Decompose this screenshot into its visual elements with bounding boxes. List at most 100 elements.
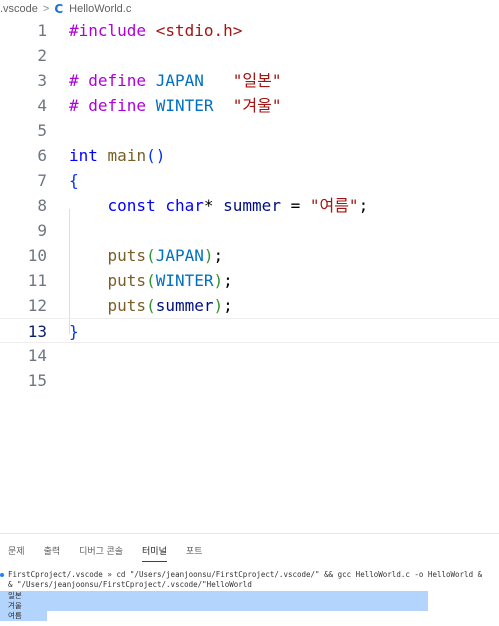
panel-tabs: 문제 출력 디버그 콘솔 터미널 포트 — [8, 544, 221, 562]
code-token: ) — [213, 296, 224, 315]
breadcrumb-file[interactable]: HelloWorld.c — [69, 3, 131, 15]
code-line[interactable]: 14 — [0, 343, 499, 368]
code-token: ( — [146, 246, 156, 265]
code-token: = — [280, 196, 310, 215]
panel-tab[interactable]: 포트 — [186, 544, 203, 562]
code-line[interactable]: 13} — [0, 318, 499, 343]
terminal-output-line: 일본 — [8, 591, 22, 600]
code-editor[interactable]: 1 #include <stdio.h> 2 3 # define JAPAN "일본"… — [0, 18, 499, 533]
code-token: puts — [107, 271, 147, 290]
code-token: summer — [155, 296, 214, 315]
code-token: # define — [69, 96, 156, 115]
code-token: ; — [213, 246, 224, 265]
terminal-command-line: & "/Users/jeanjoonsu/FirstCproject/.vsco… — [8, 580, 252, 589]
code-token: summer — [213, 196, 281, 215]
code-token: const — [107, 196, 156, 215]
line-number: 5 — [37, 121, 47, 140]
code-token: main — [107, 146, 147, 165]
code-line[interactable]: 7{ — [0, 168, 499, 193]
line-number: 14 — [27, 346, 47, 365]
code-line[interactable]: 15 — [0, 368, 499, 393]
code-token: JAPAN — [155, 246, 204, 265]
line-number: 1 — [37, 21, 47, 40]
line-number: 15 — [27, 371, 47, 390]
line-number: 13 — [27, 322, 47, 341]
code-line[interactable]: 1 #include <stdio.h> — [0, 18, 499, 43]
line-number: 11 — [27, 271, 47, 290]
code-text: #include <stdio.h> — [69, 18, 242, 43]
breadcrumb-folder[interactable]: .vscode — [0, 3, 38, 15]
code-token: * — [203, 196, 214, 215]
line-number: 7 — [37, 171, 47, 190]
line-number: 4 — [37, 96, 47, 115]
code-token: WINTER — [155, 271, 214, 290]
code-token: char — [165, 196, 204, 215]
code-token: puts — [107, 246, 147, 265]
code-line[interactable]: 9 — [0, 218, 499, 243]
bottom-panel: 문제 출력 디버그 콘솔 터미널 포트 FirstCproject/.vscode » … — [0, 533, 499, 626]
code-token: { — [69, 171, 79, 190]
code-text: # define JAPAN "일본" — [69, 68, 282, 93]
c-file-icon: C — [54, 2, 64, 16]
panel-tab[interactable]: 문제 — [8, 544, 25, 562]
code-token: () — [146, 146, 166, 165]
code-token: #include — [69, 21, 147, 40]
code-line[interactable]: 5 — [0, 118, 499, 143]
code-token: "겨울" — [232, 96, 282, 115]
line-number: 10 — [27, 246, 47, 265]
line-number: 2 — [37, 46, 47, 65]
terminal-selection — [0, 591, 428, 611]
code-token: ; — [223, 271, 233, 290]
code-text: { — [69, 168, 79, 193]
code-token: # define — [69, 71, 156, 90]
code-text: puts(JAPAN); — [69, 243, 224, 268]
code-token: <stdio.h> — [155, 21, 243, 40]
code-line[interactable]: 12 puts(summer); — [0, 293, 499, 318]
breadcrumb: .vscode > C HelloWorld.c — [0, 0, 499, 18]
code-token: ( — [146, 296, 156, 315]
code-text: const char* summer = "여름"; — [69, 193, 369, 218]
code-token: ) — [203, 246, 214, 265]
code-text: int main() — [69, 143, 165, 168]
code-token: puts — [107, 296, 147, 315]
panel-tab[interactable]: 디버그 콘솔 — [79, 544, 123, 562]
line-number: 9 — [37, 221, 47, 240]
code-line[interactable]: 10 puts(JAPAN); — [0, 243, 499, 268]
terminal-command-line: FirstCproject/.vscode » cd "/Users/jeanj… — [8, 570, 483, 579]
line-number: 8 — [37, 196, 47, 215]
code-text: # define WINTER "겨울" — [69, 93, 281, 118]
code-token: "일본" — [232, 71, 282, 90]
code-line[interactable]: 3 # define JAPAN "일본" — [0, 68, 499, 93]
code-token: int — [69, 146, 98, 165]
code-text: puts(summer); — [69, 293, 233, 318]
panel-tab[interactable]: 터미널 — [142, 544, 167, 562]
code-token: ( — [146, 271, 156, 290]
line-number: 3 — [37, 71, 47, 90]
command-status-icon — [0, 573, 4, 577]
line-number: 6 — [37, 146, 47, 165]
terminal-output-line: 겨울 — [8, 601, 22, 610]
panel-tab[interactable]: 출력 — [44, 544, 61, 562]
code-token: ) — [213, 271, 224, 290]
code-text: } — [69, 319, 79, 344]
code-token: ; — [223, 296, 233, 315]
chevron-right-icon: > — [42, 3, 50, 15]
code-token: "여름" — [309, 196, 359, 215]
code-line[interactable]: 8 const char* summer = "여름"; — [0, 193, 499, 218]
code-text: puts(WINTER); — [69, 268, 233, 293]
code-line[interactable]: 2 — [0, 43, 499, 68]
code-token: } — [69, 322, 79, 341]
code-token: WINTER — [155, 96, 214, 115]
code-line[interactable]: 4 # define WINTER "겨울" — [0, 93, 499, 118]
code-line[interactable]: 11 puts(WINTER); — [0, 268, 499, 293]
code-line[interactable]: 6 int main() — [0, 143, 499, 168]
